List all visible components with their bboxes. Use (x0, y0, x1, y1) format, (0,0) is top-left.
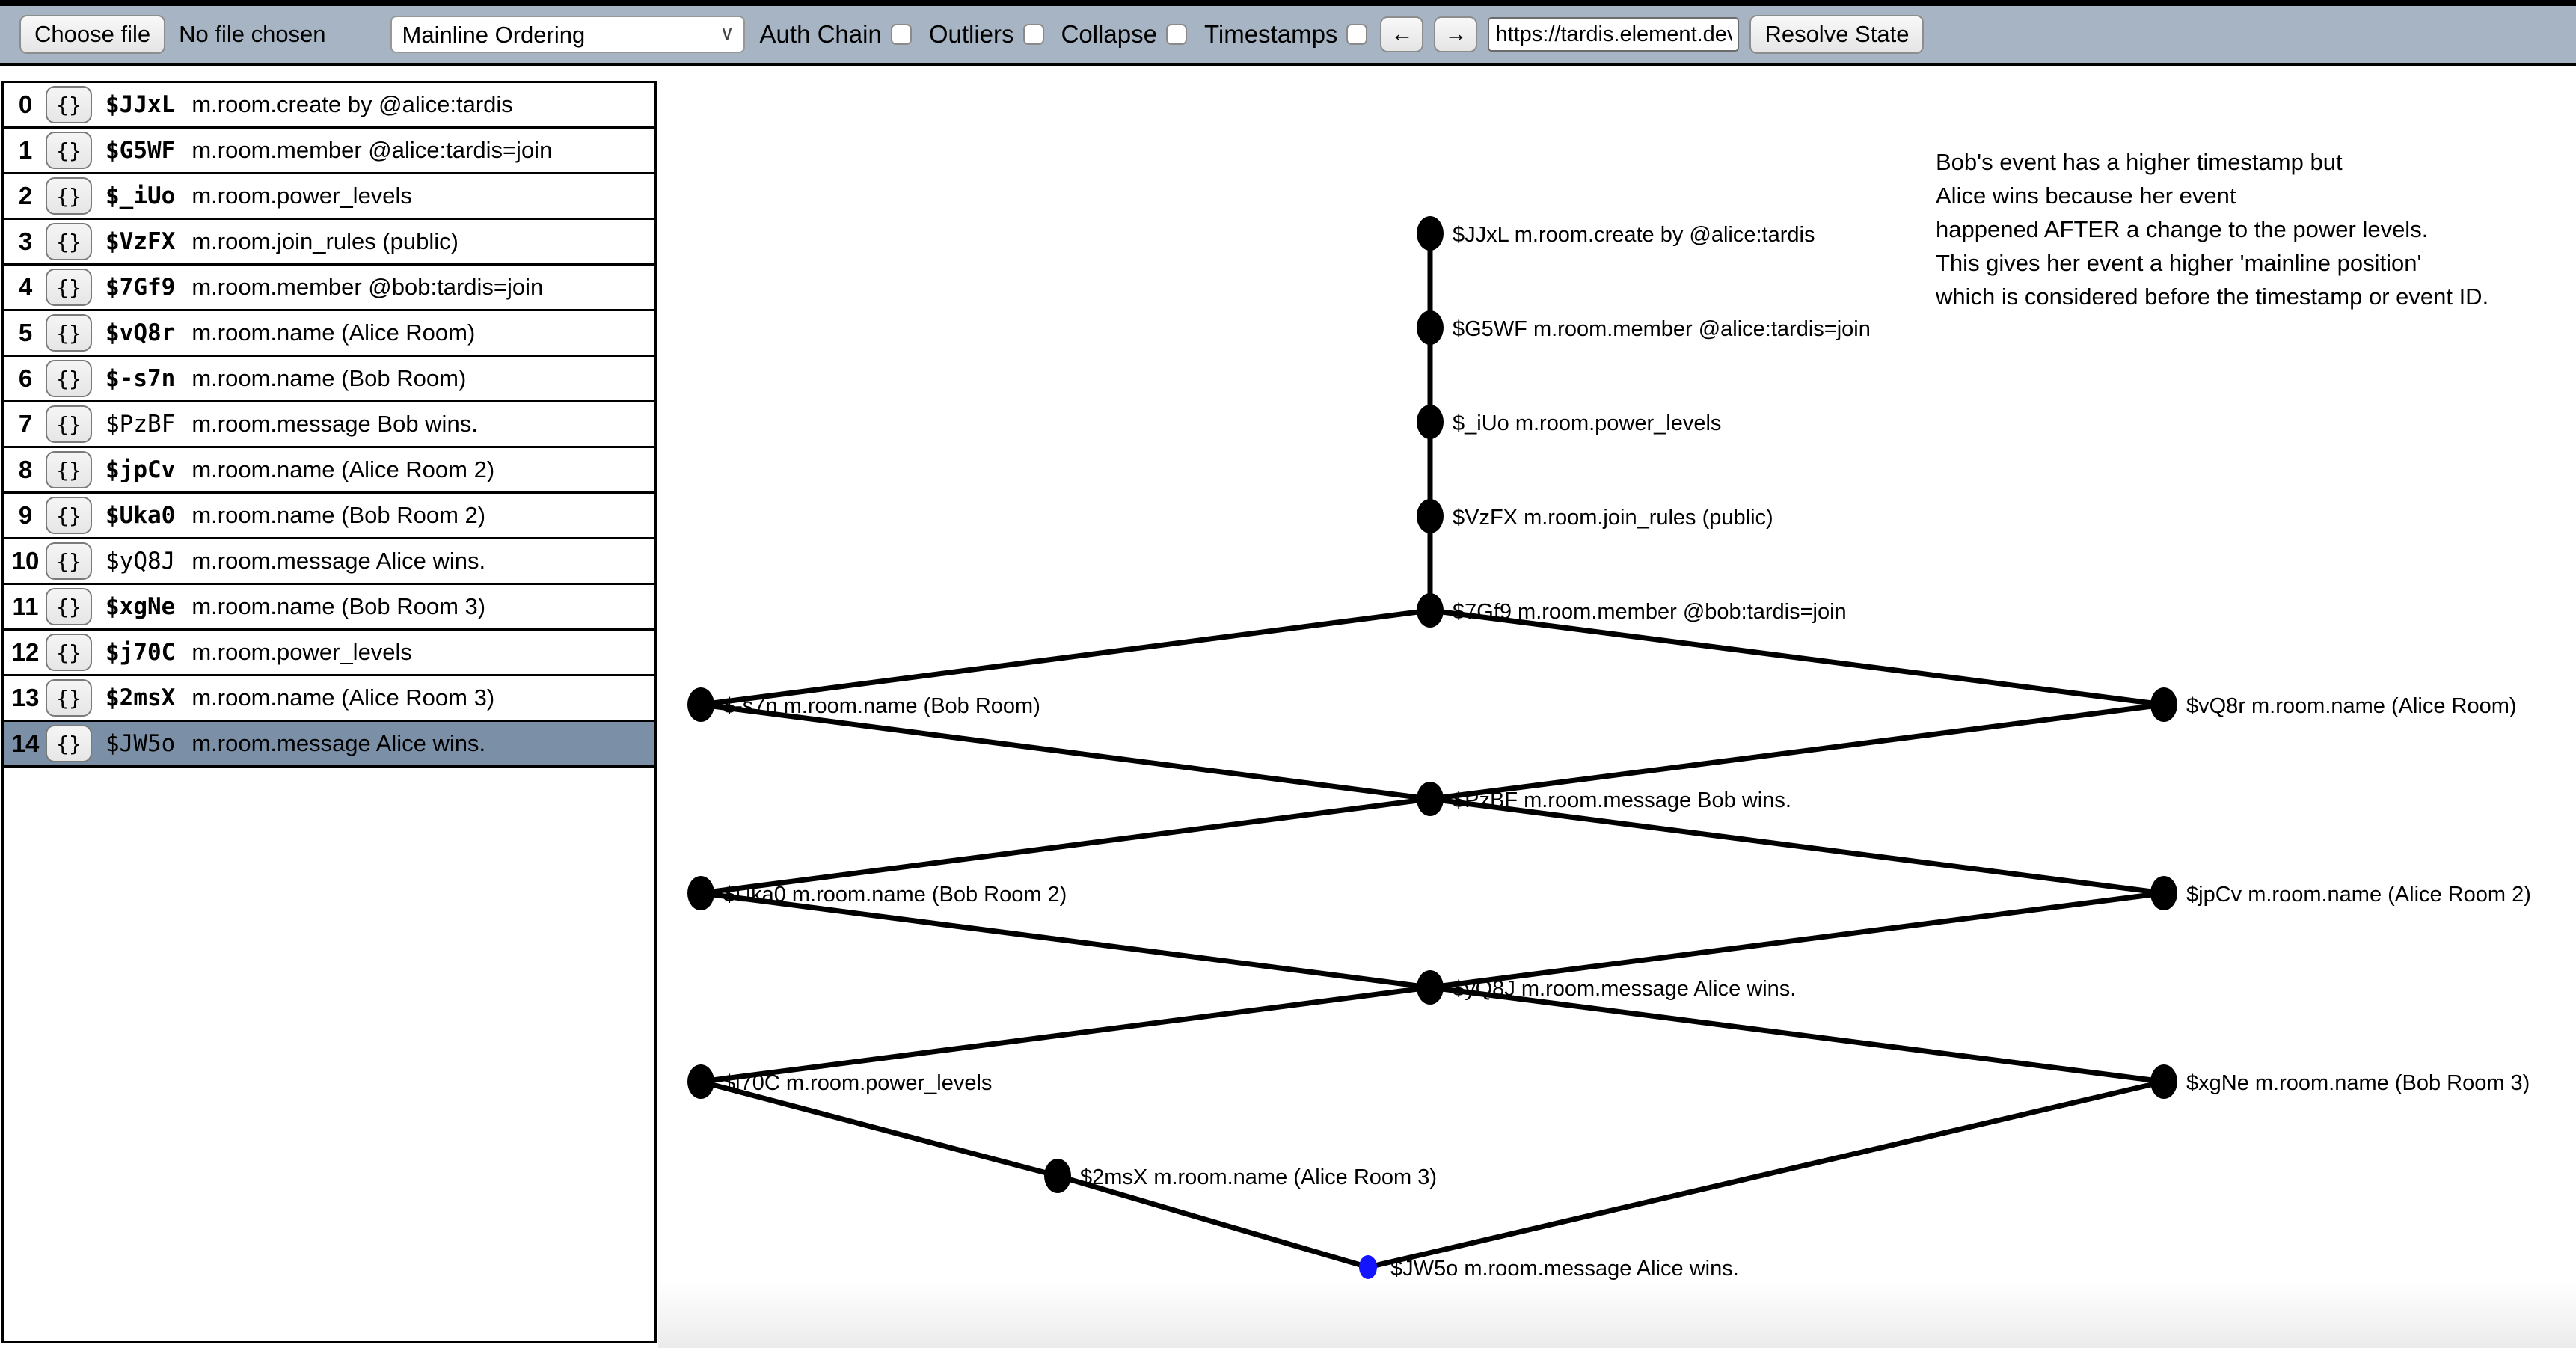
dag-node-label: $vQ8r m.room.name (Alice Room) (2186, 694, 2517, 718)
annotation-line: happened AFTER a change to the power lev… (1936, 212, 2576, 246)
dag-edge (1430, 799, 2164, 893)
annotation-line: Bob's event has a higher timestamp but (1936, 145, 2576, 179)
dag-edge (1430, 610, 2164, 705)
dag-edge (701, 1082, 1058, 1176)
dag-node-label: $-s7n m.room.name (Bob Room) (723, 694, 1040, 718)
annotation-line: which is considered before the timestamp… (1936, 280, 2576, 313)
dag-node-label: $G5WF m.room.member @alice:tardis=join (1453, 317, 1871, 341)
dag-edge (1368, 1082, 2164, 1267)
dag-edge (1430, 987, 2164, 1082)
annotation-text: Bob's event has a higher timestamp butAl… (1936, 145, 2576, 313)
dag-edge (701, 893, 1430, 987)
dag-edge (1430, 893, 2164, 987)
dag-node-$JW5o[interactable] (1359, 1255, 1377, 1279)
dag-node-label: $JW5o m.room.message Alice wins. (1390, 1257, 1739, 1281)
dag-edge (701, 987, 1430, 1082)
dag-node-$yQ8J[interactable] (1417, 970, 1444, 1005)
dag-node-label: $xgNe m.room.name (Bob Room 3) (2186, 1071, 2530, 1095)
dag-edge (1058, 1176, 1368, 1267)
annotation-line: Alice wins because her event (1936, 179, 2576, 212)
dag-node-label: $JJxL m.room.create by @alice:tardis (1453, 223, 1815, 247)
dag-node-$vQ8r[interactable] (2150, 687, 2177, 722)
dag-edge (701, 705, 1430, 799)
dag-node-label: $_iUo m.room.power_levels (1453, 411, 1721, 435)
dag-node-label: $Uka0 m.room.name (Bob Room 2) (723, 883, 1067, 907)
dag-edge (701, 799, 1430, 893)
dag-node-label: $PzBF m.room.message Bob wins. (1453, 788, 1791, 812)
dag-edge (1430, 705, 2164, 799)
dag-node-$VzFX[interactable] (1417, 499, 1444, 533)
dag-node-label: $yQ8J m.room.message Alice wins. (1453, 977, 1796, 1001)
dag-node-label: $jpCv m.room.name (Alice Room 2) (2186, 883, 2531, 907)
dag-node-$2msX[interactable] (1044, 1159, 1071, 1193)
dag-node-$JJxL[interactable] (1417, 216, 1444, 251)
dag-node-$j70C[interactable] (687, 1064, 714, 1099)
dag-node-$xgNe[interactable] (2150, 1064, 2177, 1099)
dag-node-$G5WF[interactable] (1417, 310, 1444, 345)
dag-node-$Uka0[interactable] (687, 876, 714, 910)
dag-node-$jpCv[interactable] (2150, 876, 2177, 910)
dag-node-$_iUo[interactable] (1417, 405, 1444, 439)
annotation-line: This gives her event a higher 'mainline … (1936, 246, 2576, 280)
dag-node-$7Gf9[interactable] (1417, 593, 1444, 628)
dag-node-$-s7n[interactable] (687, 687, 714, 722)
dag-node-label: $7Gf9 m.room.member @bob:tardis=join (1453, 600, 1847, 624)
dag-node-label: $j70C m.room.power_levels (723, 1071, 992, 1095)
dag-node-$PzBF[interactable] (1417, 782, 1444, 816)
dag-node-label: $2msX m.room.name (Alice Room 3) (1080, 1165, 1437, 1189)
dag-node-label: $VzFX m.room.join_rules (public) (1453, 506, 1773, 530)
dag-edge (701, 610, 1430, 705)
